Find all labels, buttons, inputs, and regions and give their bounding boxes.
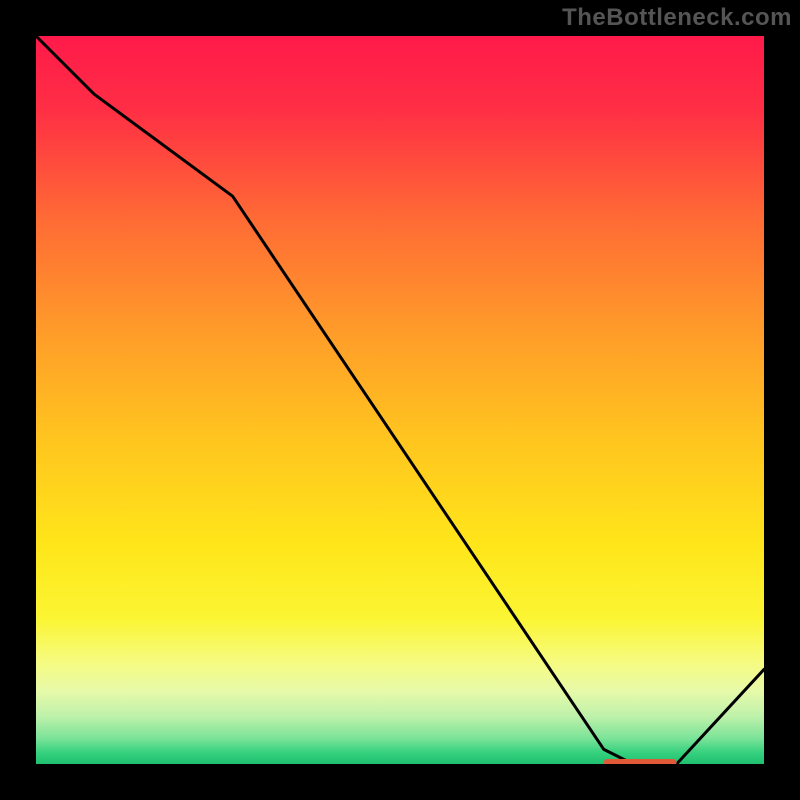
plot-area — [36, 36, 764, 764]
optimal-range-marker — [604, 759, 677, 764]
chart-frame: TheBottleneck.com — [0, 0, 800, 800]
chart-svg — [36, 36, 764, 764]
watermark-text: TheBottleneck.com — [562, 4, 792, 32]
gradient-background — [36, 36, 764, 764]
